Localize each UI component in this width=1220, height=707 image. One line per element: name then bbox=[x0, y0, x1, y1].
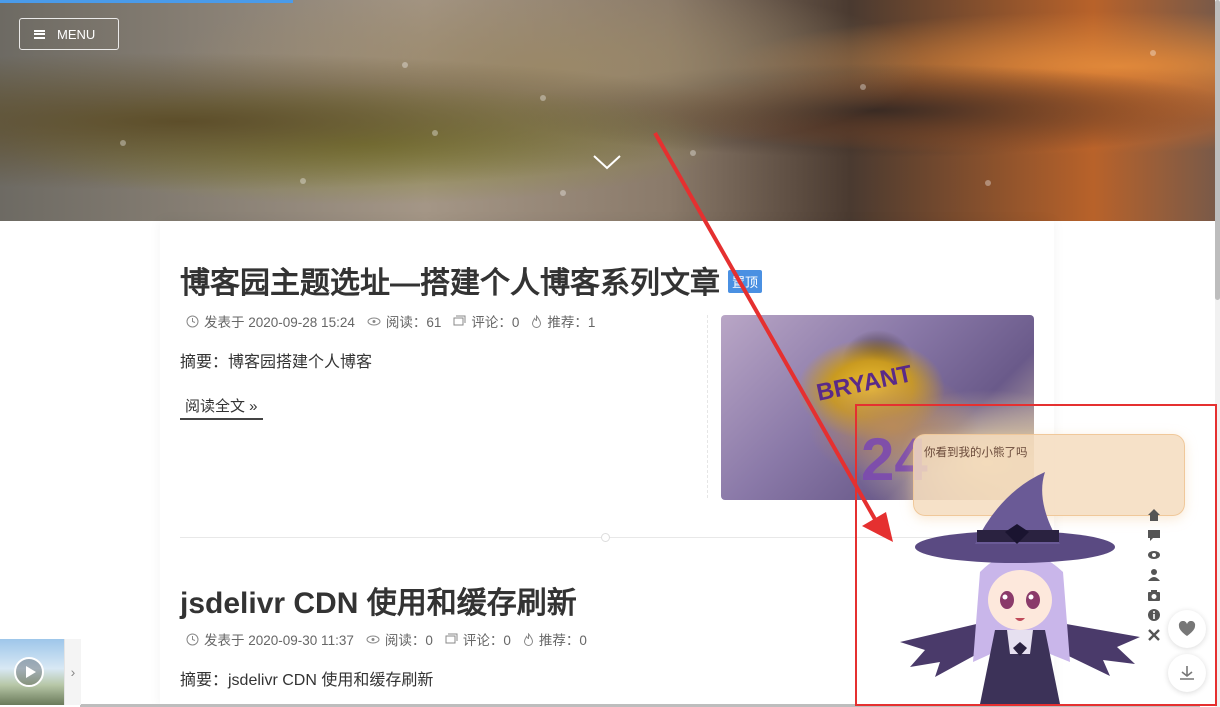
comment-icon bbox=[453, 315, 466, 325]
hamburger-icon bbox=[34, 29, 45, 39]
camera-icon[interactable] bbox=[1146, 587, 1162, 603]
post-meta: 发表于 2020-09-30 11:37 阅读：0 评论：0 推荐：0 bbox=[186, 629, 599, 649]
witch-mascot[interactable] bbox=[895, 472, 1145, 704]
post-meta: 发表于 2020-09-28 15:24 阅读：61 评论：0 推荐：1 bbox=[186, 311, 607, 331]
post-date: 发表于 2020-09-28 15:24 bbox=[204, 315, 355, 330]
divider bbox=[707, 315, 708, 498]
comment-icon bbox=[445, 633, 458, 643]
reading-progress-bar bbox=[0, 0, 293, 3]
flame-icon bbox=[523, 632, 533, 646]
eye-icon[interactable] bbox=[1146, 547, 1162, 563]
post-summary: 摘要：博客园搭建个人博客 bbox=[180, 354, 373, 371]
comment-count: 评论：0 bbox=[462, 633, 511, 648]
eye-icon bbox=[367, 317, 381, 325]
separator-dot bbox=[601, 533, 610, 542]
post-title[interactable]: jsdelivr CDN 使用和缓存刷新 bbox=[180, 578, 577, 622]
pinned-badge: 置顶 bbox=[728, 269, 763, 293]
recommend-count: 推荐：1 bbox=[547, 315, 596, 330]
flame-icon bbox=[532, 314, 542, 328]
post-date: 发表于 2020-09-30 11:37 bbox=[204, 633, 354, 648]
comment-count: 评论：0 bbox=[471, 315, 520, 330]
post-summary: 摘要：jsdelivr CDN 使用和缓存刷新 bbox=[180, 672, 434, 689]
thumbnail-jersey-text: BRYANT bbox=[814, 360, 915, 407]
menu-label: MENU bbox=[57, 26, 96, 42]
menu-button[interactable]: MENU bbox=[19, 18, 119, 50]
play-icon[interactable] bbox=[14, 657, 44, 687]
recommend-count: 推荐：0 bbox=[538, 633, 587, 648]
player-toggle-button[interactable]: › bbox=[64, 639, 81, 705]
info-icon[interactable] bbox=[1146, 607, 1162, 623]
like-button[interactable] bbox=[1168, 610, 1206, 648]
user-icon[interactable] bbox=[1146, 567, 1162, 583]
close-icon[interactable] bbox=[1146, 627, 1162, 643]
clock-icon bbox=[186, 315, 199, 327]
read-more-link[interactable]: 阅读全文 » bbox=[180, 395, 263, 420]
hero-banner bbox=[0, 0, 1215, 221]
scroll-down-icon[interactable] bbox=[592, 152, 622, 172]
music-player-cover[interactable] bbox=[0, 639, 64, 705]
heart-icon bbox=[1178, 621, 1196, 636]
chevron-right-icon: › bbox=[70, 664, 76, 680]
download-button[interactable] bbox=[1168, 654, 1206, 692]
download-icon bbox=[1180, 666, 1194, 680]
read-count: 阅读：0 bbox=[384, 633, 433, 648]
read-count: 阅读：61 bbox=[385, 315, 442, 330]
comment-icon[interactable] bbox=[1146, 527, 1162, 543]
post-title[interactable]: 博客园主题选址—搭建个人博客系列文章 置顶 bbox=[180, 258, 763, 302]
eye-icon bbox=[366, 635, 380, 643]
page-scrollbar[interactable] bbox=[1215, 0, 1220, 707]
clock-icon bbox=[186, 633, 199, 645]
home-icon[interactable] bbox=[1146, 507, 1162, 523]
